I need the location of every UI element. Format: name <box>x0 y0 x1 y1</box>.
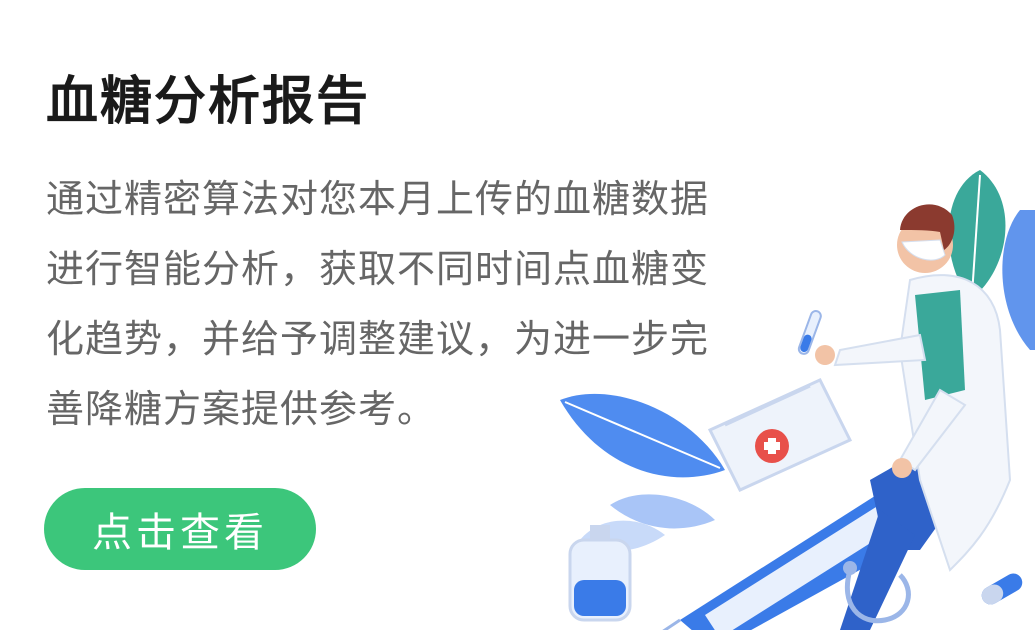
medical-kit-icon <box>707 378 853 492</box>
card-title: 血糖分析报告 <box>46 72 371 132</box>
medical-illustration <box>560 170 1035 630</box>
pill-icon <box>981 573 1023 605</box>
view-button[interactable]: 点击查看 <box>44 488 316 570</box>
blood-sugar-report-card: 血糖分析报告 通过精密算法对您本月上传的血糖数据进行智能分析，获取不同时间点血糖… <box>0 0 1035 630</box>
leaf-icon <box>560 393 725 551</box>
